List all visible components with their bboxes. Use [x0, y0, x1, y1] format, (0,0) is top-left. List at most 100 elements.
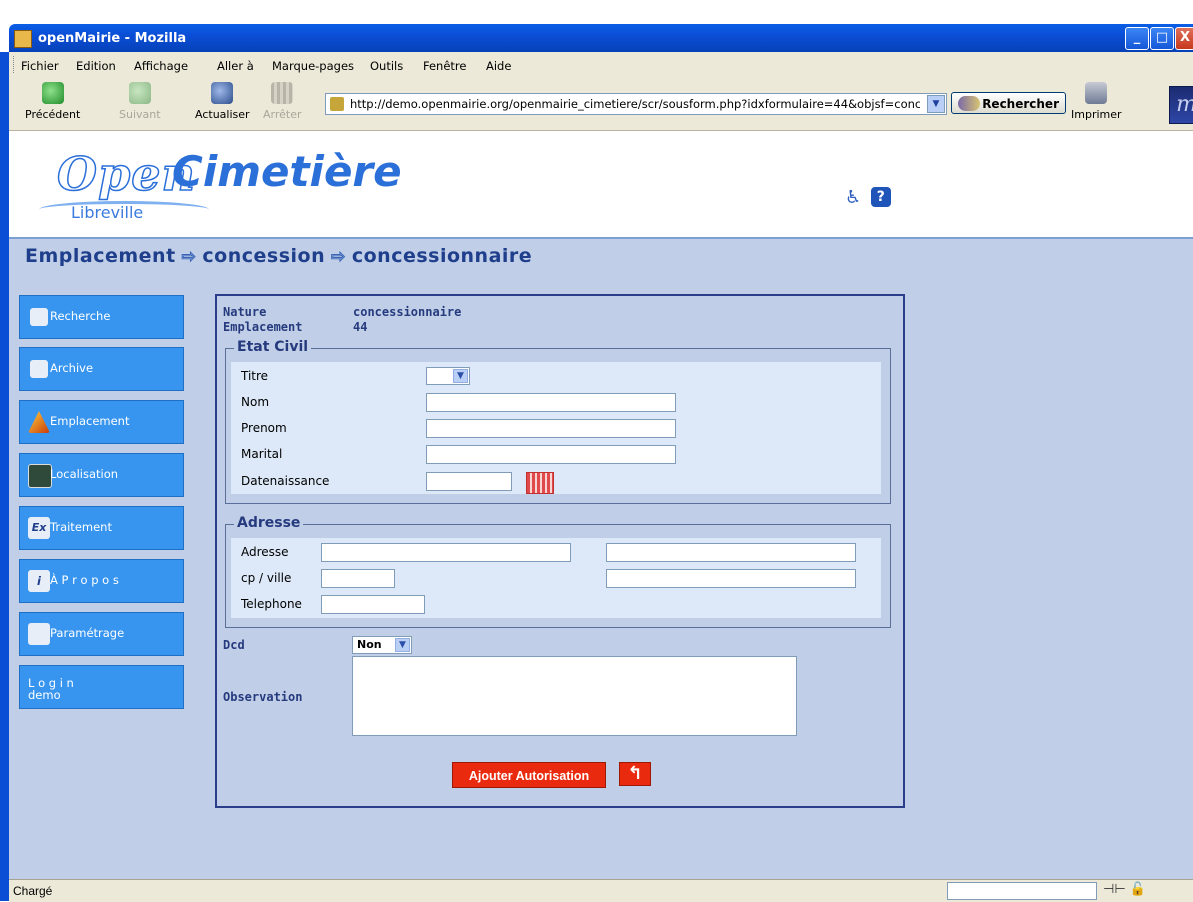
sidebar-item-recherche[interactable]: Recherche	[19, 295, 184, 339]
menu-edition[interactable]: Edition	[76, 59, 116, 73]
adresse-label: Adresse	[241, 545, 289, 559]
reload-label: Actualiser	[195, 108, 250, 121]
back-arrow-icon[interactable]: ↰	[619, 762, 651, 786]
etat-civil-fieldset: Etat Civil Titre ▼ Nom Prenom Marital Da…	[225, 339, 891, 504]
ajouter-autorisation-button[interactable]: Ajouter Autorisation	[452, 762, 606, 788]
url-dropdown-icon[interactable]: ▼	[927, 95, 945, 113]
emplacement-label: Emplacement	[223, 320, 303, 334]
sidebar-item-parametrage[interactable]: Paramétrage	[19, 612, 184, 656]
observation-label: Observation	[223, 690, 303, 704]
breadcrumb-concession[interactable]: concession	[202, 245, 325, 267]
forward-label: Suivant	[119, 108, 161, 121]
sidebar-item-label: À P r o p o s	[50, 573, 119, 587]
prenom-input[interactable]	[426, 419, 676, 438]
sidebar-item-traitement[interactable]: Ex Traitement	[19, 506, 184, 550]
sidebar-item-label: Paramétrage	[50, 626, 125, 640]
search-label: Rechercher	[982, 97, 1059, 111]
dcd-label: Dcd	[223, 638, 245, 652]
nature-value: concessionnaire	[353, 305, 462, 319]
titre-select[interactable]: ▼	[426, 367, 470, 385]
maximize-button[interactable]: □	[1150, 27, 1174, 50]
close-button[interactable]: X	[1175, 27, 1193, 50]
page-content: Open Cimetière Libreville ♿ ? Emplacemen…	[9, 131, 1193, 879]
marital-label: Marital	[241, 447, 283, 461]
cp-ville-label: cp / ville	[241, 571, 292, 585]
menu-affichage[interactable]: Affichage	[134, 59, 188, 73]
menu-outils[interactable]: Outils	[370, 59, 403, 73]
datenaissance-label: Datenaissance	[241, 474, 330, 488]
url-field[interactable]: http://demo.openmairie.org/openmairie_ci…	[325, 93, 947, 115]
etat-civil-panel: Titre ▼ Nom Prenom Marital Datenaissance	[231, 362, 881, 494]
search-icon	[958, 96, 980, 111]
adresse-input-2[interactable]	[606, 543, 856, 562]
nature-label: Nature	[223, 305, 267, 319]
sidebar-item-login[interactable]: L o g i n demo	[19, 665, 184, 709]
status-progress-box	[947, 882, 1097, 900]
help-icon[interactable]: ?	[870, 187, 891, 207]
pyramid-icon	[28, 411, 50, 433]
site-favicon-icon	[330, 97, 344, 111]
title-bar[interactable]	[9, 24, 1193, 52]
accessibility-icon[interactable]: ♿	[845, 187, 867, 209]
window-title: openMairie - Mozilla	[38, 31, 187, 46]
sidebar-item-archive[interactable]: Archive	[19, 347, 184, 391]
prenom-label: Prenom	[241, 421, 287, 435]
concessionnaire-form: Nature concessionnaire Emplacement 44 Et…	[215, 294, 905, 808]
app-icon	[14, 30, 32, 48]
menu-aide[interactable]: Aide	[486, 59, 511, 73]
dcd-select[interactable]: Non ▼	[352, 636, 412, 654]
connection-icon[interactable]: ⊣⊢	[1103, 882, 1126, 897]
breadcrumb: Emplacement ⇨ concession ⇨ concessionnaire	[25, 245, 532, 268]
calendar-icon[interactable]	[526, 472, 554, 494]
sidebar-item-apropos[interactable]: i À P r o p o s	[19, 559, 184, 603]
menu-marque-pages[interactable]: Marque-pages	[272, 59, 354, 73]
nom-label: Nom	[241, 395, 270, 409]
breadcrumb-emplacement[interactable]: Emplacement	[25, 245, 176, 267]
adresse-input-1[interactable]	[321, 543, 571, 562]
sidebar-item-emplacement[interactable]: Emplacement	[19, 400, 184, 444]
logo-city: Libreville	[71, 203, 144, 222]
sidebar-item-label: Traitement	[50, 520, 112, 534]
menu-fenetre[interactable]: Fenêtre	[423, 59, 466, 73]
reload-button[interactable]: Actualiser	[195, 82, 250, 121]
minimize-button[interactable]: _	[1125, 27, 1149, 50]
security-lock-icon[interactable]: 🔓	[1130, 882, 1146, 897]
navigation-toolbar: Précédent Suivant Actualiser Arrêter htt…	[9, 78, 1193, 131]
menubar-grip[interactable]	[13, 56, 17, 73]
cp-input[interactable]	[321, 569, 395, 588]
wrench-icon	[28, 623, 50, 645]
forward-button[interactable]: Suivant	[119, 82, 161, 121]
menu-aller[interactable]: Aller à	[217, 59, 254, 73]
datenaissance-input[interactable]	[426, 472, 512, 491]
url-text: http://demo.openmairie.org/openmairie_ci…	[350, 97, 920, 111]
nom-input[interactable]	[426, 393, 676, 412]
back-label: Précédent	[25, 108, 81, 121]
print-button[interactable]: Imprimer	[1071, 82, 1122, 121]
chevron-down-icon: ▼	[395, 638, 410, 652]
sidebar-item-localisation[interactable]: Localisation	[19, 453, 184, 497]
ville-input[interactable]	[606, 569, 856, 588]
telephone-input[interactable]	[321, 595, 425, 614]
print-label: Imprimer	[1071, 108, 1122, 121]
etat-civil-legend: Etat Civil	[234, 339, 312, 355]
menubar: Fichier Edition Affichage Aller à Marque…	[9, 52, 1193, 79]
stop-label: Arrêter	[263, 108, 302, 121]
logo-cimetiere: Cimetière	[172, 147, 402, 196]
status-icons: ⊣⊢ 🔓	[1103, 882, 1146, 897]
header-icons: ♿ ?	[845, 187, 891, 209]
back-button[interactable]: Précédent	[25, 82, 80, 121]
search-icon	[30, 308, 48, 326]
stop-button[interactable]: Arrêter	[263, 82, 302, 121]
street-sign-icon	[28, 464, 52, 488]
adresse-panel: Adresse cp / ville Telephone	[231, 538, 881, 618]
marital-input[interactable]	[426, 445, 676, 464]
titre-label: Titre	[241, 369, 269, 383]
login-user: demo	[28, 688, 61, 702]
printer-icon	[1085, 82, 1108, 104]
search-button[interactable]: Rechercher	[951, 92, 1066, 114]
stop-icon	[271, 82, 294, 104]
dcd-value: Non	[357, 638, 382, 651]
observation-textarea[interactable]	[352, 656, 797, 736]
menu-fichier[interactable]: Fichier	[21, 59, 59, 73]
search-icon	[30, 360, 48, 378]
